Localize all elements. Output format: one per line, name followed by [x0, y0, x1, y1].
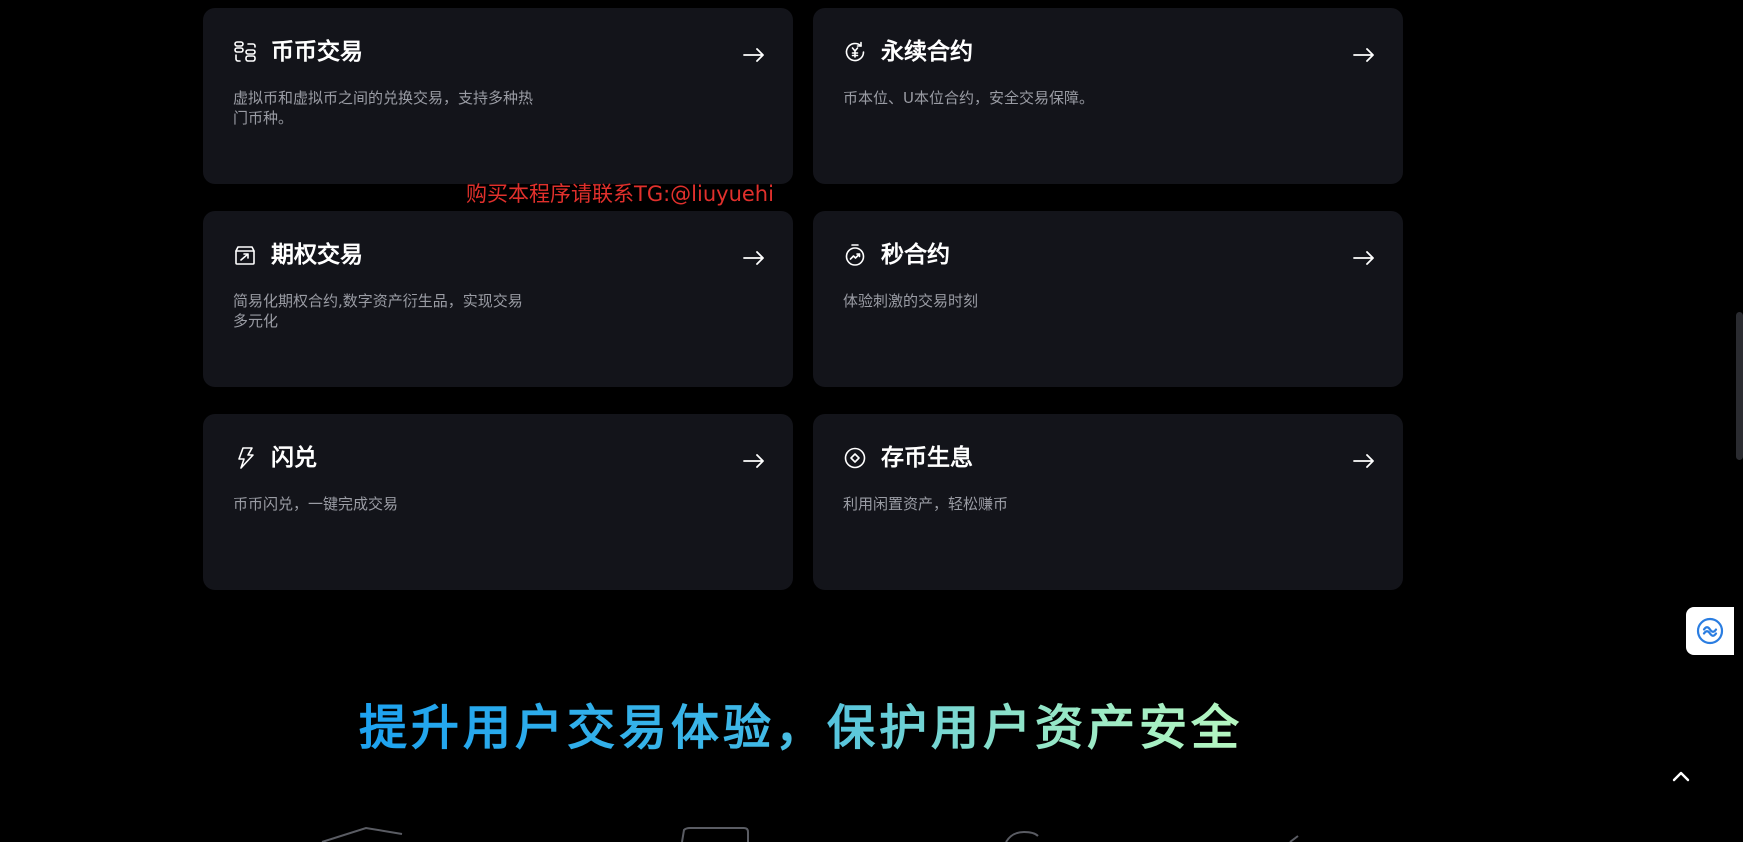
card-title: 永续合约: [881, 39, 973, 65]
card-second-contract[interactable]: 秒合约 体验刺激的交易时刻: [813, 211, 1403, 387]
card-flash-swap[interactable]: 闪兑 币币闪兑，一键完成交易: [203, 414, 793, 590]
scrollbar-thumb[interactable]: [1736, 312, 1743, 460]
arrow-right-icon[interactable]: [743, 251, 765, 265]
card-spot-trading[interactable]: 币币交易 虚拟币和虚拟币之间的兑换交易，支持多种热门币种。: [203, 8, 793, 184]
card-title: 期权交易: [271, 242, 363, 268]
headline-text: 提升用户交易体验，保护用户资产安全: [358, 700, 1243, 756]
stopwatch-icon: [843, 243, 867, 267]
back-to-top-button[interactable]: [1668, 764, 1694, 790]
card-perpetual-contract[interactable]: 永续合约 币本位、U本位合约，安全交易保障。: [813, 8, 1403, 184]
card-title: 闪兑: [271, 445, 317, 471]
arrow-right-icon[interactable]: [743, 48, 765, 62]
card-description: 币本位、U本位合约，安全交易保障。: [843, 89, 1094, 107]
arrow-right-icon[interactable]: [1353, 251, 1375, 265]
currency-cycle-icon: [843, 40, 867, 64]
card-options-trading[interactable]: 期权交易 简易化期权合约,数字资产衍生品，实现交易多元化: [203, 211, 793, 387]
feature-illustrations-partial: [321, 826, 1299, 842]
card-title: 秒合约: [881, 242, 950, 268]
trend-box-icon: [233, 243, 257, 267]
watermark-text: 购买本程序请联系TG:@liuyuehi: [466, 182, 774, 206]
arrow-right-icon[interactable]: [1353, 454, 1375, 468]
target-coin-icon: [843, 446, 867, 470]
card-title: 存币生息: [881, 445, 973, 471]
customer-service-button[interactable]: [1686, 607, 1734, 655]
card-description: 利用闲置资产，轻松赚币: [843, 495, 1009, 513]
card-description: 简易化期权合约,数字资产衍生品，实现交易多元化: [233, 292, 523, 330]
card-staking[interactable]: 存币生息 利用闲置资产，轻松赚币: [813, 414, 1403, 590]
section-headline: 提升用户交易体验，保护用户资产安全: [0, 696, 1602, 760]
card-description: 体验刺激的交易时刻: [843, 292, 979, 310]
page: 币币交易 虚拟币和虚拟币之间的兑换交易，支持多种热门币种。 永续合约 币本位、U…: [0, 0, 1743, 842]
chevron-up-icon: [1672, 771, 1690, 782]
chat-support-icon: [1696, 617, 1724, 645]
arrow-right-icon[interactable]: [1353, 48, 1375, 62]
card-title: 币币交易: [271, 39, 363, 65]
card-description: 币币闪兑，一键完成交易: [233, 495, 399, 513]
lightning-icon: [233, 446, 257, 470]
arrow-right-icon[interactable]: [743, 454, 765, 468]
coins-stack-icon: [233, 40, 257, 64]
card-description: 虚拟币和虚拟币之间的兑换交易，支持多种热门币种。: [233, 89, 534, 127]
